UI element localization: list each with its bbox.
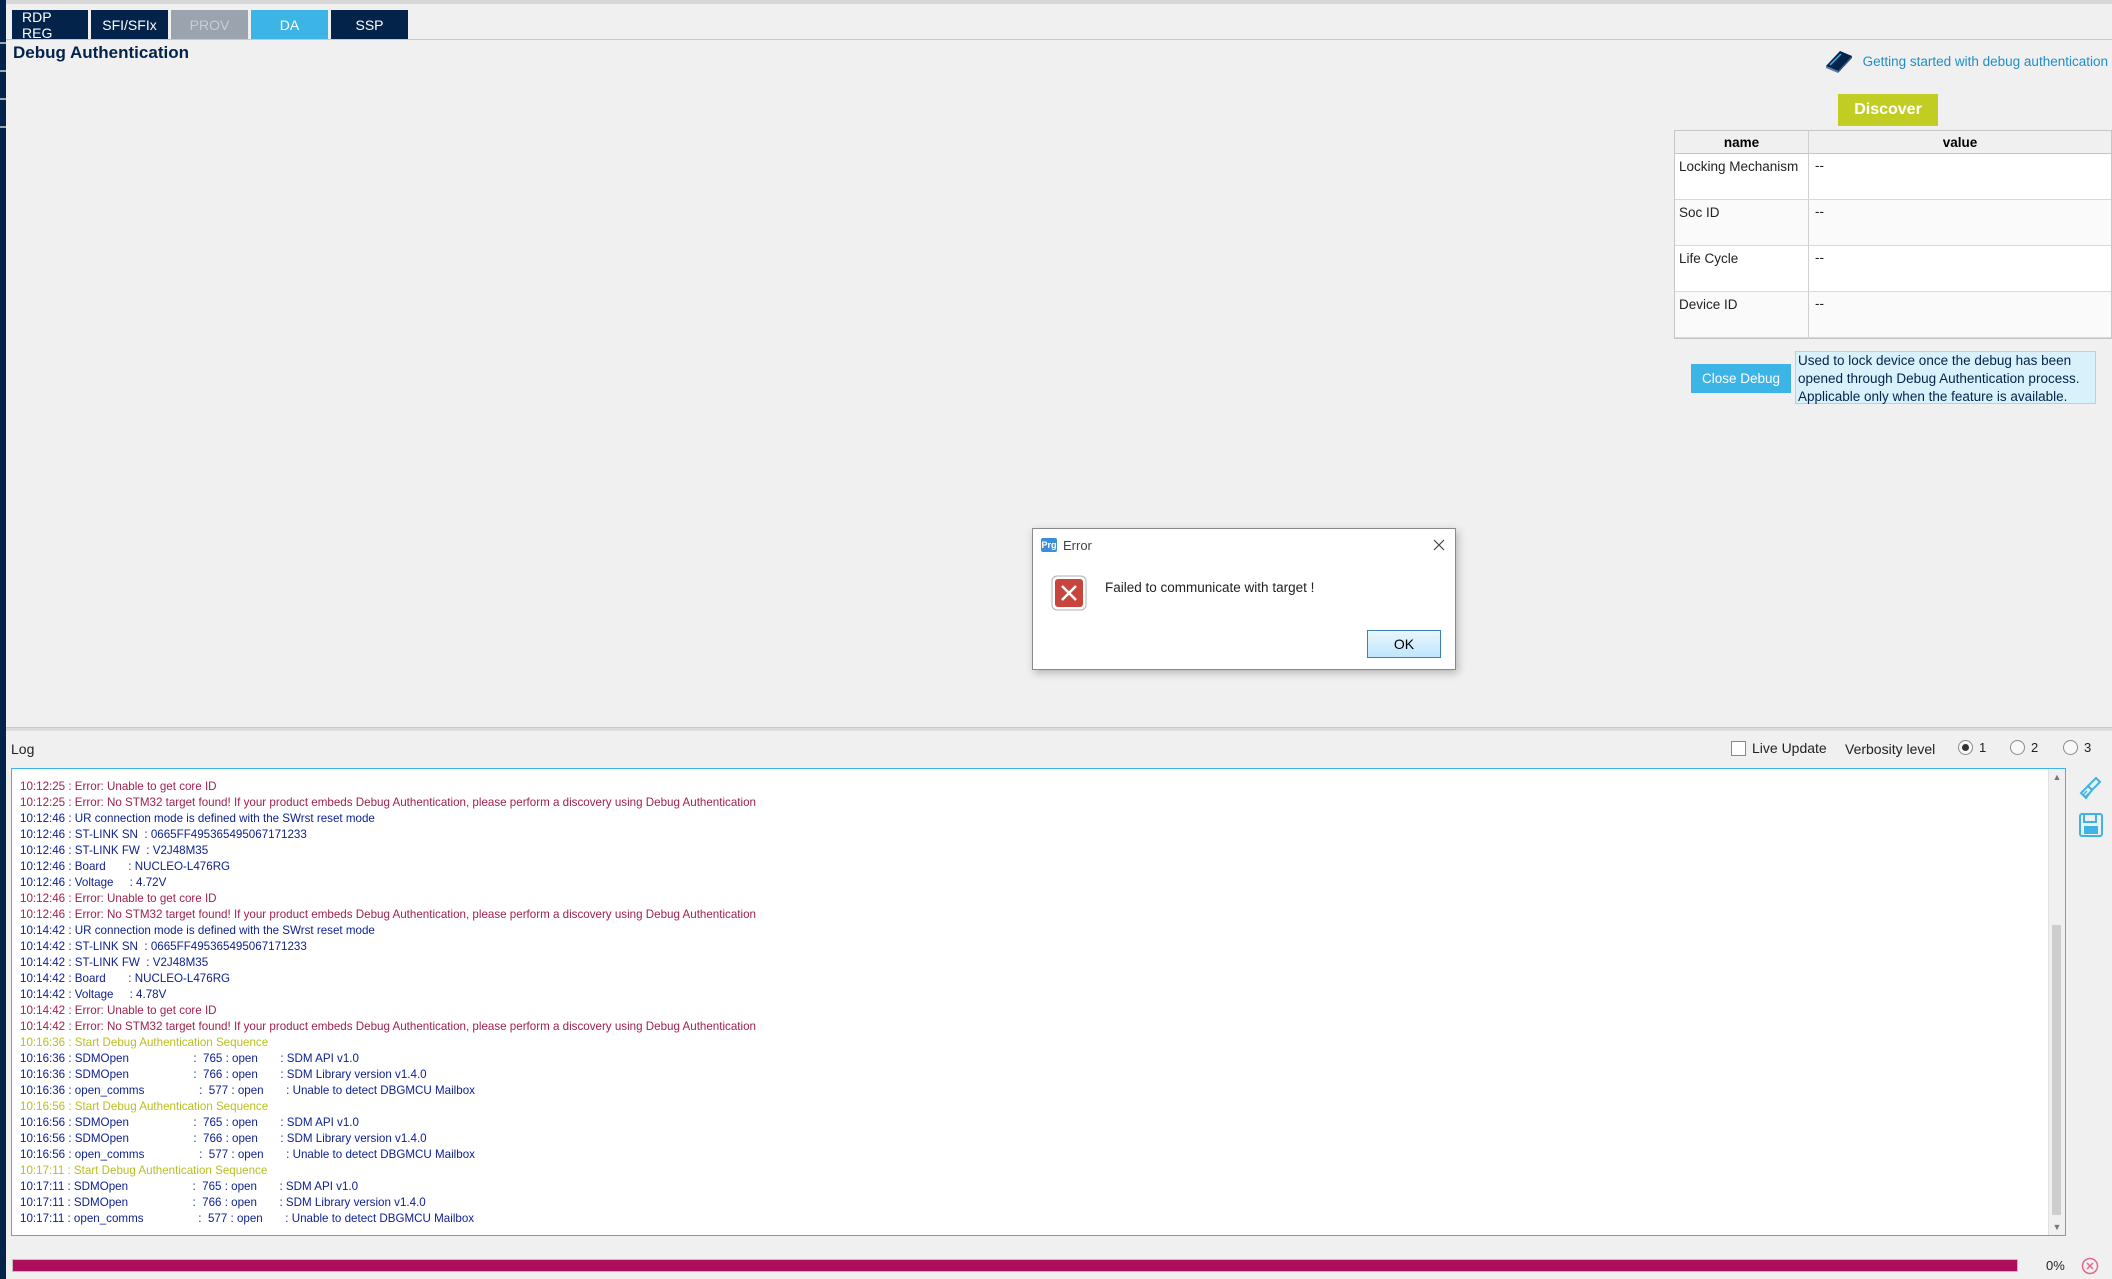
log-line: 10:17:11 : SDMOpen : 766 : open : SDM Li… xyxy=(20,1196,426,1209)
table-row[interactable]: Life Cycle -- xyxy=(1675,246,2111,292)
log-line: 10:16:36 : SDMOpen : 765 : open : SDM AP… xyxy=(20,1052,359,1065)
row-name: Life Cycle xyxy=(1675,246,1809,291)
broom-icon[interactable] xyxy=(2078,775,2104,801)
tab-sfi-sfix[interactable]: SFI/SFIx xyxy=(91,10,168,40)
log-line: 10:12:46 : Voltage : 4.72V xyxy=(20,876,167,889)
left-sidebar-strip xyxy=(0,0,6,1279)
log-line: 10:14:42 : UR connection mode is defined… xyxy=(20,924,375,937)
dialog-titlebar[interactable]: Prg Error xyxy=(1033,529,1455,561)
top-border xyxy=(6,0,2112,4)
log-scrollbar[interactable]: ▲ ▼ xyxy=(2048,769,2065,1235)
scroll-up-icon[interactable]: ▲ xyxy=(2049,769,2065,785)
radio-label: 2 xyxy=(2031,740,2039,755)
log-line: 10:12:46 : UR connection mode is defined… xyxy=(20,812,375,825)
radio-button[interactable] xyxy=(2063,740,2078,755)
tab-bar: RDP REG SFI/SFIx PROV DA SSP xyxy=(12,9,408,41)
log-line: 10:12:46 : Error: Unable to get core ID xyxy=(20,892,217,905)
live-update-checkbox[interactable]: Live Update xyxy=(1731,740,1827,756)
app-icon: Prg xyxy=(1041,538,1057,552)
verbosity-radio-3[interactable]: 3 xyxy=(2063,740,2091,755)
verbosity-radio-1[interactable]: 1 xyxy=(1958,740,1986,755)
error-dialog: Prg Error Failed to communicate with tar… xyxy=(1032,528,1456,670)
log-line: 10:17:11 : open_comms : 577 : open : Una… xyxy=(20,1212,475,1225)
row-value: -- xyxy=(1815,204,1824,219)
log-line: 10:12:46 : Board : NUCLEO-L476RG xyxy=(20,860,231,873)
error-x-icon xyxy=(1051,575,1087,611)
log-line: 10:14:42 : Error: Unable to get core ID xyxy=(20,1004,217,1017)
checkbox[interactable] xyxy=(1731,740,1746,756)
dialog-message: Failed to communicate with target ! xyxy=(1105,580,1315,595)
page-title: Debug Authentication xyxy=(13,43,189,62)
table-row[interactable]: Device ID -- xyxy=(1675,292,2111,338)
tab-divider xyxy=(6,39,2112,40)
log-line: 10:16:36 : Start Debug Authentication Se… xyxy=(20,1036,269,1049)
verbosity-label: Verbosity level xyxy=(1845,741,1936,757)
log-line: 10:17:11 : SDMOpen : 765 : open : SDM AP… xyxy=(20,1180,359,1193)
radio-label: 3 xyxy=(2084,740,2092,755)
log-line: 10:14:42 : Voltage : 4.78V xyxy=(20,988,167,1001)
progress-fill xyxy=(13,1260,2017,1271)
table-header: name value xyxy=(1675,131,2111,154)
row-value: -- xyxy=(1815,296,1824,311)
log-line: 10:14:42 : Board : NUCLEO-L476RG xyxy=(20,972,231,985)
row-value: -- xyxy=(1815,250,1824,265)
tab-ssp[interactable]: SSP xyxy=(331,10,408,40)
log-line: 10:14:42 : Error: No STM32 target found!… xyxy=(20,1020,756,1033)
column-header-value[interactable]: value xyxy=(1809,131,2111,153)
scroll-thumb[interactable] xyxy=(2052,925,2061,1215)
row-name: Locking Mechanism xyxy=(1675,154,1809,199)
tab-da[interactable]: DA xyxy=(251,10,328,40)
properties-table: name value Locking Mechanism -- Soc ID -… xyxy=(1674,130,2112,339)
getting-started-link-label: Getting started with debug authenticatio… xyxy=(1862,53,2108,69)
log-line: 10:16:56 : Start Debug Authentication Se… xyxy=(20,1100,269,1113)
row-name: Soc ID xyxy=(1675,200,1809,245)
close-debug-tooltip: Used to lock device once the debug has b… xyxy=(1795,351,2096,404)
log-line: 10:16:36 : SDMOpen : 766 : open : SDM Li… xyxy=(20,1068,427,1081)
row-value: -- xyxy=(1815,158,1824,173)
progress-percent: 0% xyxy=(2046,1258,2065,1273)
log-line: 10:12:46 : ST-LINK FW : V2J48M35 xyxy=(20,844,209,857)
book-icon xyxy=(1825,51,1852,73)
getting-started-link[interactable]: Getting started with debug authenticatio… xyxy=(1823,48,2108,74)
log-line: 10:17:11 : Start Debug Authentication Se… xyxy=(20,1164,268,1177)
radio-label: 1 xyxy=(1979,740,1987,755)
cancel-circle-icon[interactable] xyxy=(2081,1257,2099,1275)
tab-prov: PROV xyxy=(171,10,248,40)
radio-button[interactable] xyxy=(1958,740,1973,755)
log-line: 10:14:42 : ST-LINK FW : V2J48M35 xyxy=(20,956,209,969)
log-lines: 10:12:25 : Error: Unable to get core ID 1… xyxy=(20,771,756,1227)
ok-button[interactable]: OK xyxy=(1367,630,1441,658)
verbosity-radio-2[interactable]: 2 xyxy=(2010,740,2038,755)
column-header-name[interactable]: name xyxy=(1675,131,1809,153)
log-panel[interactable]: 10:12:25 : Error: Unable to get core ID 1… xyxy=(11,768,2066,1236)
log-line: 10:16:56 : open_comms : 577 : open : Una… xyxy=(20,1148,475,1161)
log-line: 10:16:36 : open_comms : 577 : open : Una… xyxy=(20,1084,475,1097)
panel-splitter[interactable] xyxy=(6,727,2112,731)
scroll-down-icon[interactable]: ▼ xyxy=(2049,1219,2065,1235)
log-line: 10:12:46 : Error: No STM32 target found!… xyxy=(20,908,756,921)
progress-bar xyxy=(12,1259,2018,1272)
dialog-title: Error xyxy=(1063,537,1092,553)
close-icon[interactable] xyxy=(1429,535,1449,555)
radio-button[interactable] xyxy=(2010,740,2025,755)
log-label: Log xyxy=(11,741,35,757)
log-line: 10:16:56 : SDMOpen : 766 : open : SDM Li… xyxy=(20,1132,427,1145)
log-line: 10:12:25 : Error: No STM32 target found!… xyxy=(20,796,756,809)
row-name: Device ID xyxy=(1675,292,1809,337)
live-update-label: Live Update xyxy=(1752,740,1827,756)
log-line: 10:12:25 : Error: Unable to get core ID xyxy=(20,780,217,793)
close-debug-button[interactable]: Close Debug xyxy=(1691,364,1791,393)
log-line: 10:14:42 : ST-LINK SN : 0665FF4953654950… xyxy=(20,940,307,953)
log-line: 10:12:46 : ST-LINK SN : 0665FF4953654950… xyxy=(20,828,307,841)
tab-rdp-reg[interactable]: RDP REG xyxy=(12,9,88,41)
table-row[interactable]: Locking Mechanism -- xyxy=(1675,154,2111,200)
discover-button[interactable]: Discover xyxy=(1838,94,1938,126)
log-line: 10:16:56 : SDMOpen : 765 : open : SDM AP… xyxy=(20,1116,359,1129)
table-row[interactable]: Soc ID -- xyxy=(1675,200,2111,246)
floppy-disk-icon[interactable] xyxy=(2078,812,2104,838)
